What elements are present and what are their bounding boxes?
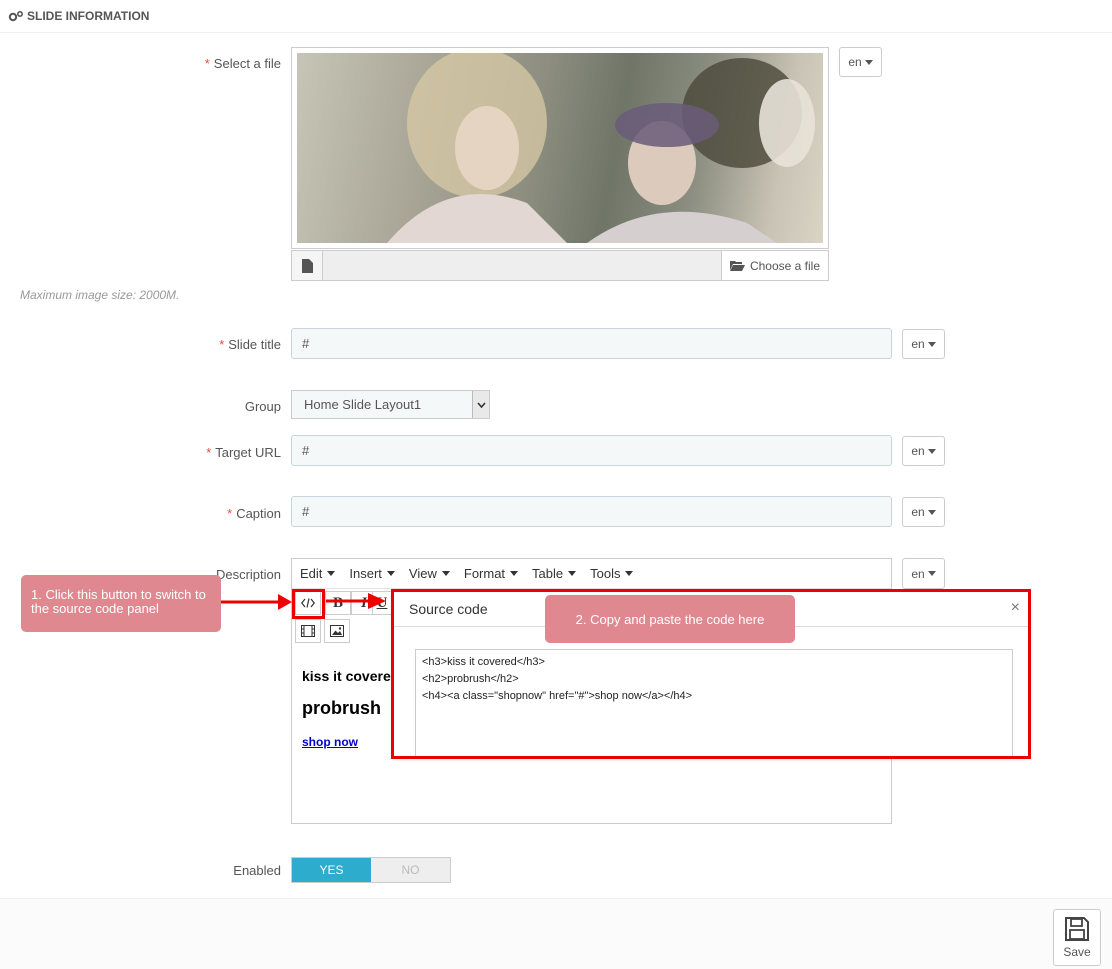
close-icon[interactable]: × <box>1011 599 1020 617</box>
enabled-toggle[interactable]: YES NO <box>291 857 451 883</box>
source-code-textarea[interactable]: <h3>kiss it covered</h3> <h2>probrush</h… <box>415 649 1013 756</box>
folder-open-icon <box>729 261 745 271</box>
menu-edit[interactable]: Edit <box>300 566 336 581</box>
panel-title-text: SLIDE INFORMATION <box>27 9 150 23</box>
menu-view[interactable]: View <box>409 566 450 581</box>
choose-file-button[interactable]: Choose a file <box>721 251 828 280</box>
caret-down-icon <box>568 571 577 576</box>
select-file-lang-button[interactable]: en <box>839 47 882 77</box>
target-url-label: * Target URL <box>206 445 281 460</box>
enabled-no-option[interactable]: NO <box>371 858 450 882</box>
caret-down-icon <box>625 571 634 576</box>
enabled-yes-option[interactable]: YES <box>292 858 371 882</box>
save-icon <box>1065 917 1089 941</box>
caret-down-icon <box>927 571 936 576</box>
caret-down-icon <box>386 571 395 576</box>
enabled-label: Enabled <box>233 863 281 878</box>
group-select[interactable]: Home Slide Layout1 <box>291 390 490 419</box>
menu-table[interactable]: Table <box>532 566 577 581</box>
caret-down-icon <box>510 571 519 576</box>
select-file-label: * Select a file <box>204 56 281 71</box>
description-lang-button[interactable]: en <box>902 558 945 589</box>
caret-down-icon <box>927 448 936 454</box>
panel-heading: SLIDE INFORMATION <box>0 0 1112 33</box>
slide-title-label: * Slide title <box>219 337 281 352</box>
caret-down-icon <box>441 571 450 576</box>
content-shop-link[interactable]: shop now <box>302 735 358 749</box>
film-icon <box>301 625 315 637</box>
target-url-input[interactable]: # <box>291 435 892 466</box>
slide-photo <box>297 53 823 243</box>
callout-step-1: 1. Click this button to switch to the so… <box>21 575 221 632</box>
caption-input[interactable]: # <box>291 496 892 527</box>
slide-title-lang-button[interactable]: en <box>902 329 945 359</box>
panel-title: SLIDE INFORMATION <box>8 9 149 23</box>
caption-label: * Caption <box>227 506 281 521</box>
file-upload-row: Choose a file <box>291 250 829 281</box>
caret-down-icon <box>327 571 336 576</box>
slide-image-preview <box>291 47 829 249</box>
target-url-lang-button[interactable]: en <box>902 436 945 466</box>
content-heading-h3: kiss it covered <box>302 668 400 684</box>
group-label: Group <box>244 399 281 414</box>
menu-tools[interactable]: Tools <box>590 566 634 581</box>
panel-footer <box>0 898 1112 969</box>
image-icon <box>330 625 344 637</box>
annotation-arrows <box>221 593 386 610</box>
editor-menubar: Edit Insert View Format Table Tools <box>292 559 891 589</box>
content-heading-h2: probrush <box>302 698 381 718</box>
slide-title-input[interactable]: # <box>291 328 892 359</box>
file-name-input[interactable] <box>323 251 721 280</box>
chevron-down-icon <box>472 391 489 418</box>
file-icon <box>292 251 323 280</box>
menu-insert[interactable]: Insert <box>349 566 395 581</box>
callout-step-2: 2. Copy and paste the code here <box>545 595 795 643</box>
max-image-size-hint: Maximum image size: 2000M. <box>20 288 180 302</box>
source-code-dialog-title: Source code <box>409 601 488 617</box>
insert-image-button[interactable] <box>324 619 350 643</box>
caret-down-icon <box>927 341 936 347</box>
menu-format[interactable]: Format <box>464 566 519 581</box>
description-label: Description <box>215 567 281 582</box>
insert-video-button[interactable] <box>295 619 321 643</box>
caption-lang-button[interactable]: en <box>902 497 945 527</box>
save-button[interactable]: Save <box>1053 909 1101 966</box>
caret-down-icon <box>864 59 873 65</box>
cogs-icon <box>8 10 24 22</box>
caret-down-icon <box>927 509 936 515</box>
